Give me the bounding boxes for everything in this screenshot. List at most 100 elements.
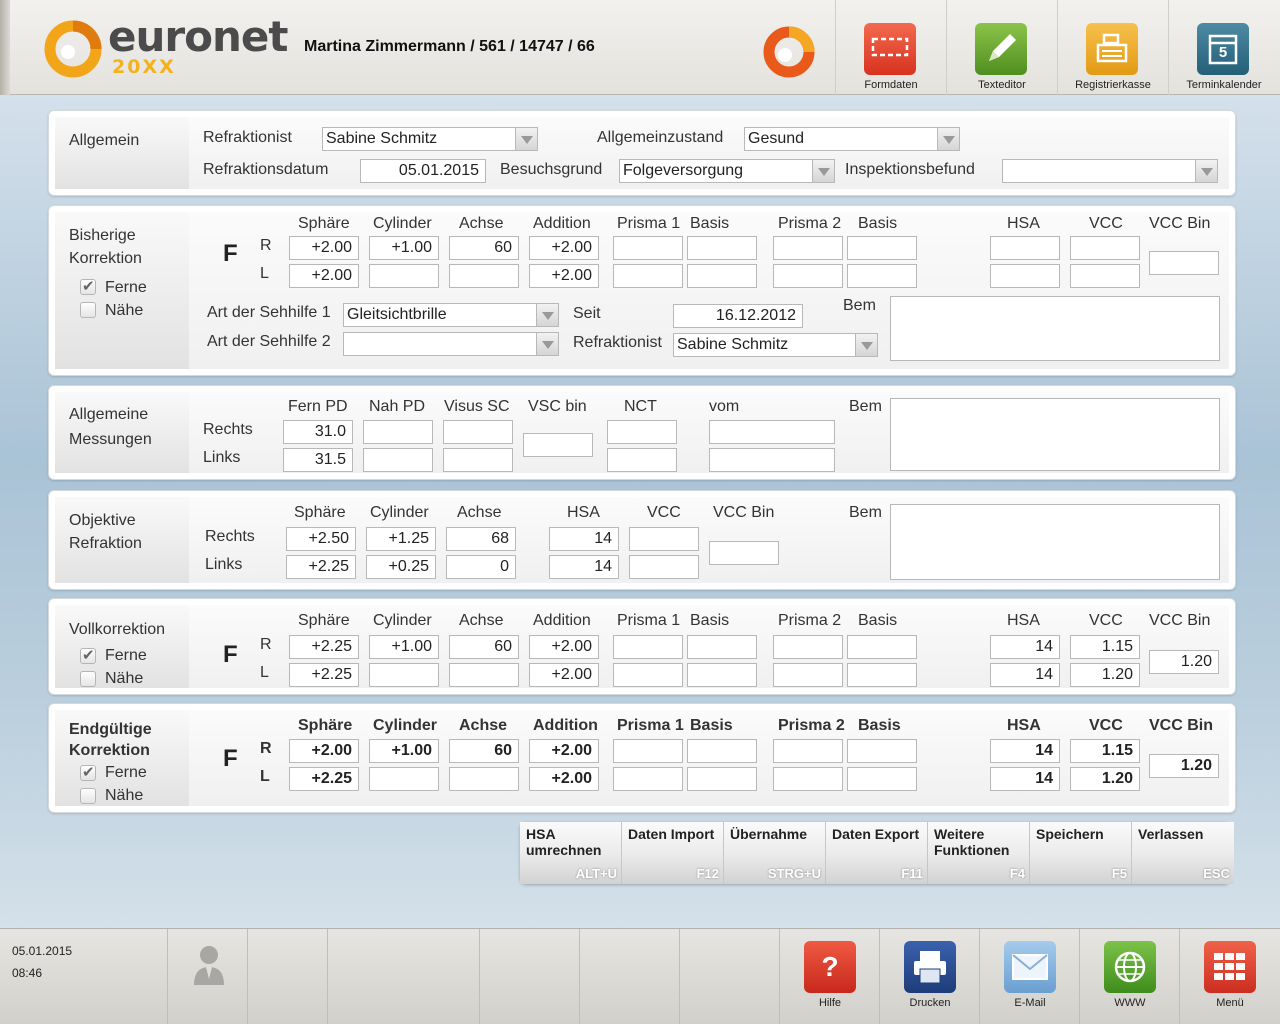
l-prisma-1-field[interactable] [613,264,683,288]
r-basis-field[interactable] [847,236,917,260]
r-hsa-field[interactable]: 14 [990,739,1060,763]
l-achse-field[interactable] [449,663,519,687]
r-vcc-field[interactable]: 1.15 [1070,635,1140,659]
function-hsa-umrechnen-button[interactable]: HSA umrechnen ALT+U [520,822,622,884]
l-visus-sc-field[interactable] [443,448,513,472]
vcc-bin-field[interactable]: 1.20 [1149,754,1219,778]
l-vcc-field[interactable] [629,555,699,579]
function-speichern-button[interactable]: Speichern F5 [1030,822,1132,884]
l-vcc-field[interactable]: 1.20 [1070,663,1140,687]
naehe-checkbox[interactable] [80,788,96,804]
vom-r-field[interactable] [709,420,835,444]
r-sphaere-field[interactable]: +2.00 [289,739,359,763]
nct-r-field[interactable] [607,420,677,444]
ferne-checkbox[interactable] [80,277,96,295]
l-basis-field[interactable] [847,767,917,791]
vcc-bin-field[interactable]: 1.20 [1149,650,1219,674]
l-vcc-field[interactable] [1070,264,1140,288]
l-prisma-1-field[interactable] [613,767,683,791]
l-achse-field[interactable] [449,264,519,288]
allgemeinzustand-select[interactable]: Gesund [744,127,960,151]
vom-l-field[interactable] [709,448,835,472]
naehe-checkbox[interactable] [80,302,96,318]
r-basis-field[interactable] [847,635,917,659]
l-prisma-2-field[interactable] [773,663,843,687]
l-cylinder-field[interactable] [369,264,439,288]
r-nah-pd-field[interactable] [363,420,433,444]
drucken-button[interactable]: Drucken [879,929,979,1024]
l-basis-field[interactable] [687,264,757,288]
function-verlassen-button[interactable]: Verlassen ESC [1132,822,1234,884]
l-cylinder-field[interactable] [369,767,439,791]
bem-textarea[interactable] [890,296,1220,361]
www-button[interactable]: WWW [1079,929,1179,1024]
r-prisma-2-field[interactable] [773,739,843,763]
email-button[interactable]: E-Mail [979,929,1079,1024]
l-addition-field[interactable]: +2.00 [529,767,599,791]
ferne-checkbox[interactable] [80,646,96,664]
texteditor-button[interactable]: Texteditor [946,0,1056,95]
r-visus-sc-field[interactable] [443,420,513,444]
chevron-down-icon[interactable] [515,128,537,150]
menue-button[interactable]: Menü [1179,929,1279,1024]
r-prisma-1-field[interactable] [613,236,683,260]
chevron-down-icon[interactable] [812,160,834,182]
chevron-down-icon[interactable] [536,304,558,326]
hilfe-button[interactable]: ? Hilfe [779,929,879,1024]
l-sphaere-field[interactable]: +2.25 [289,663,359,687]
l-hsa-field[interactable] [990,264,1060,288]
r-addition-field[interactable]: +2.00 [529,635,599,659]
l-nah-pd-field[interactable] [363,448,433,472]
function-daten-import-button[interactable]: Daten Import F12 [622,822,724,884]
r-fern-pd-field[interactable]: 31.0 [283,420,353,444]
r-achse-field[interactable]: 68 [446,527,516,551]
terminkalender-button[interactable]: 5 Terminkalender [1168,0,1278,95]
sehhilfe2-select[interactable] [343,332,559,356]
r-achse-field[interactable]: 60 [449,236,519,260]
r-cylinder-field[interactable]: +1.00 [369,236,439,260]
l-prisma-2-field[interactable] [773,264,843,288]
bem-textarea[interactable] [890,398,1220,471]
r-hsa-field[interactable]: 14 [990,635,1060,659]
l-vcc-field[interactable]: 1.20 [1070,767,1140,791]
l-basis-field[interactable] [847,663,917,687]
l-basis-field[interactable] [687,663,757,687]
function-weitere-funktionen-button[interactable]: Weitere Funktionen F4 [928,822,1030,884]
naehe-checkbox[interactable] [80,671,96,687]
r-sphaere-field[interactable]: +2.25 [289,635,359,659]
r-cylinder-field[interactable]: +1.00 [369,739,439,763]
l-fern-pd-field[interactable]: 31.5 [283,448,353,472]
r-sphaere-field[interactable]: +2.50 [286,527,356,551]
r-hsa-field[interactable] [990,236,1060,260]
r-prisma-1-field[interactable] [613,739,683,763]
l-hsa-field[interactable]: 14 [549,555,619,579]
r-vcc-field[interactable] [629,527,699,551]
bisherige-refraktionist-select[interactable]: Sabine Schmitz [673,333,878,357]
refraktionist-select[interactable]: Sabine Schmitz [322,127,538,151]
r-achse-field[interactable]: 60 [449,635,519,659]
besuchsgrund-select[interactable]: Folgeversorgung [619,159,835,183]
chevron-down-icon[interactable] [937,128,959,150]
l-sphaere-field[interactable]: +2.25 [286,555,356,579]
r-addition-field[interactable]: +2.00 [529,739,599,763]
l-cylinder-field[interactable] [369,663,439,687]
ferne-checkbox[interactable] [80,763,96,781]
l-achse-field[interactable] [449,767,519,791]
r-basis-field[interactable] [847,739,917,763]
r-addition-field[interactable]: +2.00 [529,236,599,260]
inspektionsbefund-select[interactable] [1002,159,1218,183]
r-cylinder-field[interactable]: +1.00 [369,635,439,659]
nct-l-field[interactable] [607,448,677,472]
registrierkasse-button[interactable]: Registrierkasse [1057,0,1167,95]
r-prisma-2-field[interactable] [773,635,843,659]
l-sphaere-field[interactable]: +2.00 [289,264,359,288]
chevron-down-icon[interactable] [1195,160,1217,182]
r-basis-field[interactable] [687,236,757,260]
formdaten-button[interactable]: Formdaten [835,0,945,95]
l-basis-field[interactable] [687,767,757,791]
r-achse-field[interactable]: 60 [449,739,519,763]
r-prisma-1-field[interactable] [613,635,683,659]
r-prisma-2-field[interactable] [773,236,843,260]
r-basis-field[interactable] [687,635,757,659]
user-button[interactable] [167,929,247,1024]
